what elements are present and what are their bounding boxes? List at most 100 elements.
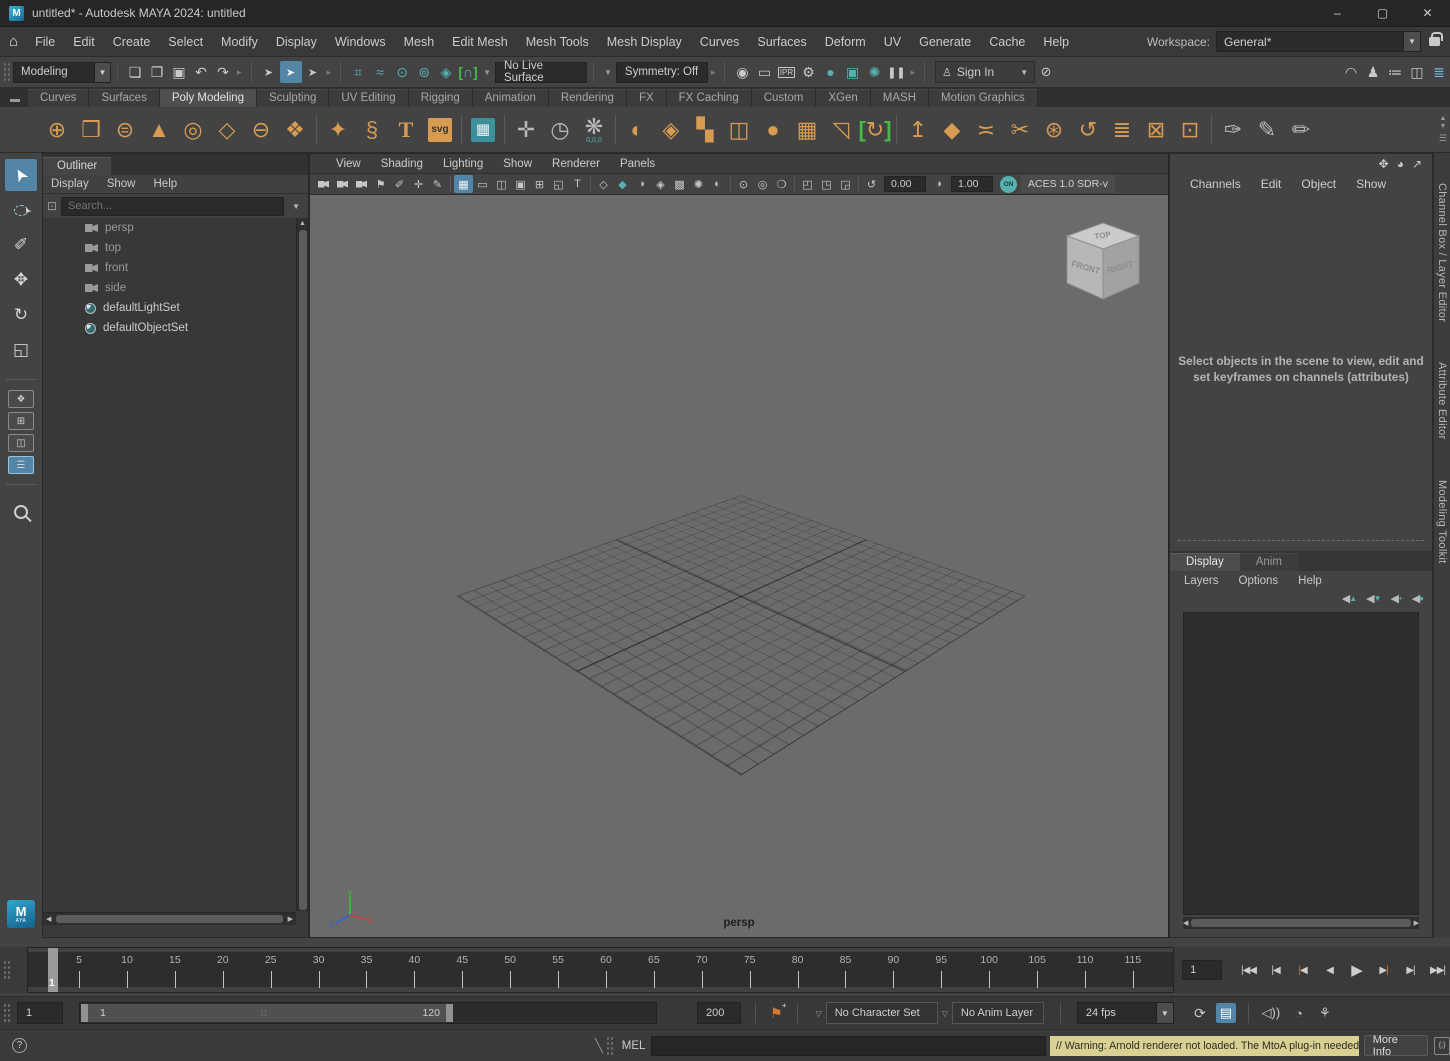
outliner-item-persp[interactable]: persp <box>43 218 296 238</box>
range-end-handle[interactable] <box>446 1004 453 1022</box>
scroll-left-icon[interactable]: ◀ <box>43 915 54 923</box>
extract-icon[interactable]: ◹ <box>824 112 858 148</box>
create-layer-from-selected-icon[interactable]: ◀● <box>1412 592 1424 605</box>
shelf-tab-xgen[interactable]: XGen <box>816 89 870 107</box>
multi-cut-icon[interactable]: ✂ <box>1003 112 1037 148</box>
symmetry-dropdown-icon[interactable]: ▼ <box>604 68 612 77</box>
exposure-reset-icon[interactable]: ↺ <box>862 175 881 193</box>
scroll-right-icon[interactable]: ▶ <box>1414 919 1419 927</box>
layer-editor-scrollbar[interactable]: ◀ ▶ <box>1183 917 1419 929</box>
current-time-marker[interactable]: 1 <box>48 948 58 993</box>
fps-select[interactable]: 24 fps <box>1077 1002 1157 1024</box>
paint-tool-icon[interactable]: ✐ <box>390 175 409 193</box>
maximize-button[interactable]: ▢ <box>1360 0 1405 26</box>
shelf-tab-fx-caching[interactable]: FX Caching <box>667 89 752 107</box>
lock-workspace-icon[interactable] <box>1429 37 1440 46</box>
render-setup-icon[interactable]: ▣ <box>841 61 863 83</box>
minimize-button[interactable]: – <box>1315 0 1360 26</box>
command-language-label[interactable]: MEL <box>622 1040 646 1052</box>
menu-uv[interactable]: UV <box>875 35 910 49</box>
poly-cylinder-icon[interactable]: ⊜ <box>108 112 142 148</box>
side-tab-1[interactable]: Attribute Editor <box>1436 362 1448 440</box>
ep-curve-icon[interactable]: ✎ <box>1250 112 1284 148</box>
scroll-up-icon[interactable]: ▲ <box>299 218 306 229</box>
select-by-object-icon[interactable]: ➤ <box>280 61 302 83</box>
platonic-solid-icon[interactable]: ❖ <box>278 112 312 148</box>
grease-pencil-icon[interactable]: ✎ <box>428 175 447 193</box>
color-management-toggle[interactable]: ON <box>1000 176 1017 193</box>
select-by-component-icon[interactable]: ➤ <box>302 61 324 83</box>
outliner-horizontal-scrollbar[interactable]: ◀ ▶ <box>43 912 296 925</box>
snap-to-projected-center-icon[interactable]: ⊚ <box>413 61 435 83</box>
safe-action-icon[interactable]: ◱ <box>549 175 568 193</box>
bridge-icon[interactable]: ≍ <box>969 112 1003 148</box>
poly-torus-icon[interactable]: ◎ <box>176 112 210 148</box>
panel-menu-show[interactable]: Show <box>493 158 542 170</box>
live-surface-dropdown-icon[interactable]: ▼ <box>483 68 491 77</box>
undo-icon[interactable]: ↶ <box>190 61 212 83</box>
hypershade-icon[interactable]: ● <box>819 61 841 83</box>
pencil-curve-icon[interactable]: ✏ <box>1284 112 1318 148</box>
film-gate-icon[interactable]: ▭ <box>473 175 492 193</box>
outliner-item-defaultObjectSet[interactable]: defaultObjectSet <box>43 318 296 338</box>
move-tool[interactable]: ✥ <box>5 264 37 296</box>
loop-playback-icon[interactable]: ⟳ <box>1190 1003 1210 1023</box>
evaluation-mode-icon[interactable]: ⚘ <box>1315 1003 1335 1023</box>
fog-icon[interactable]: ❍ <box>772 175 791 193</box>
animation-start-field[interactable]: 1 <box>17 1002 63 1024</box>
outliner-filter-icon[interactable]: ⊡ <box>47 199 57 213</box>
menu-file[interactable]: File <box>26 35 64 49</box>
menu-mesh[interactable]: Mesh <box>395 35 444 49</box>
separate-icon[interactable]: ▚ <box>688 112 722 148</box>
search-commands-icon[interactable]: ⊘ <box>1035 61 1057 83</box>
paint-select-tool[interactable]: ✐ <box>5 229 37 261</box>
shelf-tab-mash[interactable]: MASH <box>871 89 929 107</box>
offset-edge-loop-icon[interactable]: ≣ <box>1105 112 1139 148</box>
open-scene-icon[interactable]: ❐ <box>146 61 168 83</box>
pause-viewport-icon[interactable]: ❚❚ <box>885 61 907 83</box>
layout-four-pane-button[interactable]: ⊞ <box>8 412 34 430</box>
scrollbar-thumb[interactable] <box>1191 919 1410 927</box>
bevel-icon[interactable]: ◆ <box>935 112 969 148</box>
layer-tab-anim[interactable]: Anim <box>1240 553 1298 571</box>
graph-values-icon[interactable]: ↗ <box>1412 157 1422 171</box>
use-all-lights-icon[interactable]: ✺ <box>689 175 708 193</box>
checkered-icon[interactable]: ▩ <box>670 175 689 193</box>
range-slider-track[interactable]: 1 ⁞⁞ 120 <box>79 1002 657 1024</box>
shelf-collapse-icon[interactable]: ▬ <box>10 94 20 105</box>
isolate-select-icon[interactable]: ◰ <box>798 175 817 193</box>
scroll-left-icon[interactable]: ◀ <box>1183 919 1188 927</box>
pose-editor-icon[interactable]: ♟ <box>1362 61 1384 83</box>
select-tool[interactable]: ➤ <box>5 159 37 191</box>
shelf-tab-surfaces[interactable]: Surfaces <box>89 89 159 107</box>
gamma-field[interactable]: 1.00 <box>951 176 993 192</box>
exposure-field[interactable]: 0.00 <box>884 176 926 192</box>
lasso-tool[interactable] <box>5 194 37 226</box>
ipr-render-icon[interactable]: IPR <box>775 61 797 83</box>
poly-disc-icon[interactable]: ⊖ <box>244 112 278 148</box>
animation-end-field[interactable]: 200 <box>697 1002 741 1024</box>
screen-space-ao-icon[interactable]: ⊙ <box>734 175 753 193</box>
anim-layer-field[interactable]: No Anim Layer <box>952 1002 1044 1024</box>
shelf-tab-uv-editing[interactable]: UV Editing <box>329 89 408 107</box>
script-editor-icon[interactable]: {;} <box>1434 1037 1450 1055</box>
outliner-item-front[interactable]: front <box>43 258 296 278</box>
channel-box-menu-edit[interactable]: Edit <box>1251 177 1292 191</box>
render-view-icon[interactable]: ◉ <box>731 61 753 83</box>
combine-icon[interactable]: ◈ <box>654 112 688 148</box>
duplicate-special-icon[interactable]: [↻] <box>858 112 892 148</box>
menu-mesh-display[interactable]: Mesh Display <box>598 35 691 49</box>
go-to-start-button[interactable]: |◀◀ <box>1236 958 1261 982</box>
outliner-vertical-scrollbar[interactable]: ▲ <box>296 218 308 911</box>
character-set-field[interactable]: No Character Set <box>826 1002 938 1024</box>
shelf-tab-sculpting[interactable]: Sculpting <box>257 89 329 107</box>
command-input-field[interactable] <box>652 1037 1045 1055</box>
move-layer-down-icon[interactable]: ◀▼ <box>1366 592 1381 605</box>
select-by-hierarchy-icon[interactable]: ➤ <box>258 61 280 83</box>
channel-box-menu-show[interactable]: Show <box>1346 177 1396 191</box>
menuset-dropdown-icon[interactable]: ▼ <box>95 62 111 83</box>
textured-icon[interactable]: ◑ <box>632 175 651 193</box>
menu-select[interactable]: Select <box>159 35 212 49</box>
command-line-grip[interactable] <box>605 1035 614 1057</box>
wireframe-on-shaded-icon[interactable]: ◈ <box>651 175 670 193</box>
